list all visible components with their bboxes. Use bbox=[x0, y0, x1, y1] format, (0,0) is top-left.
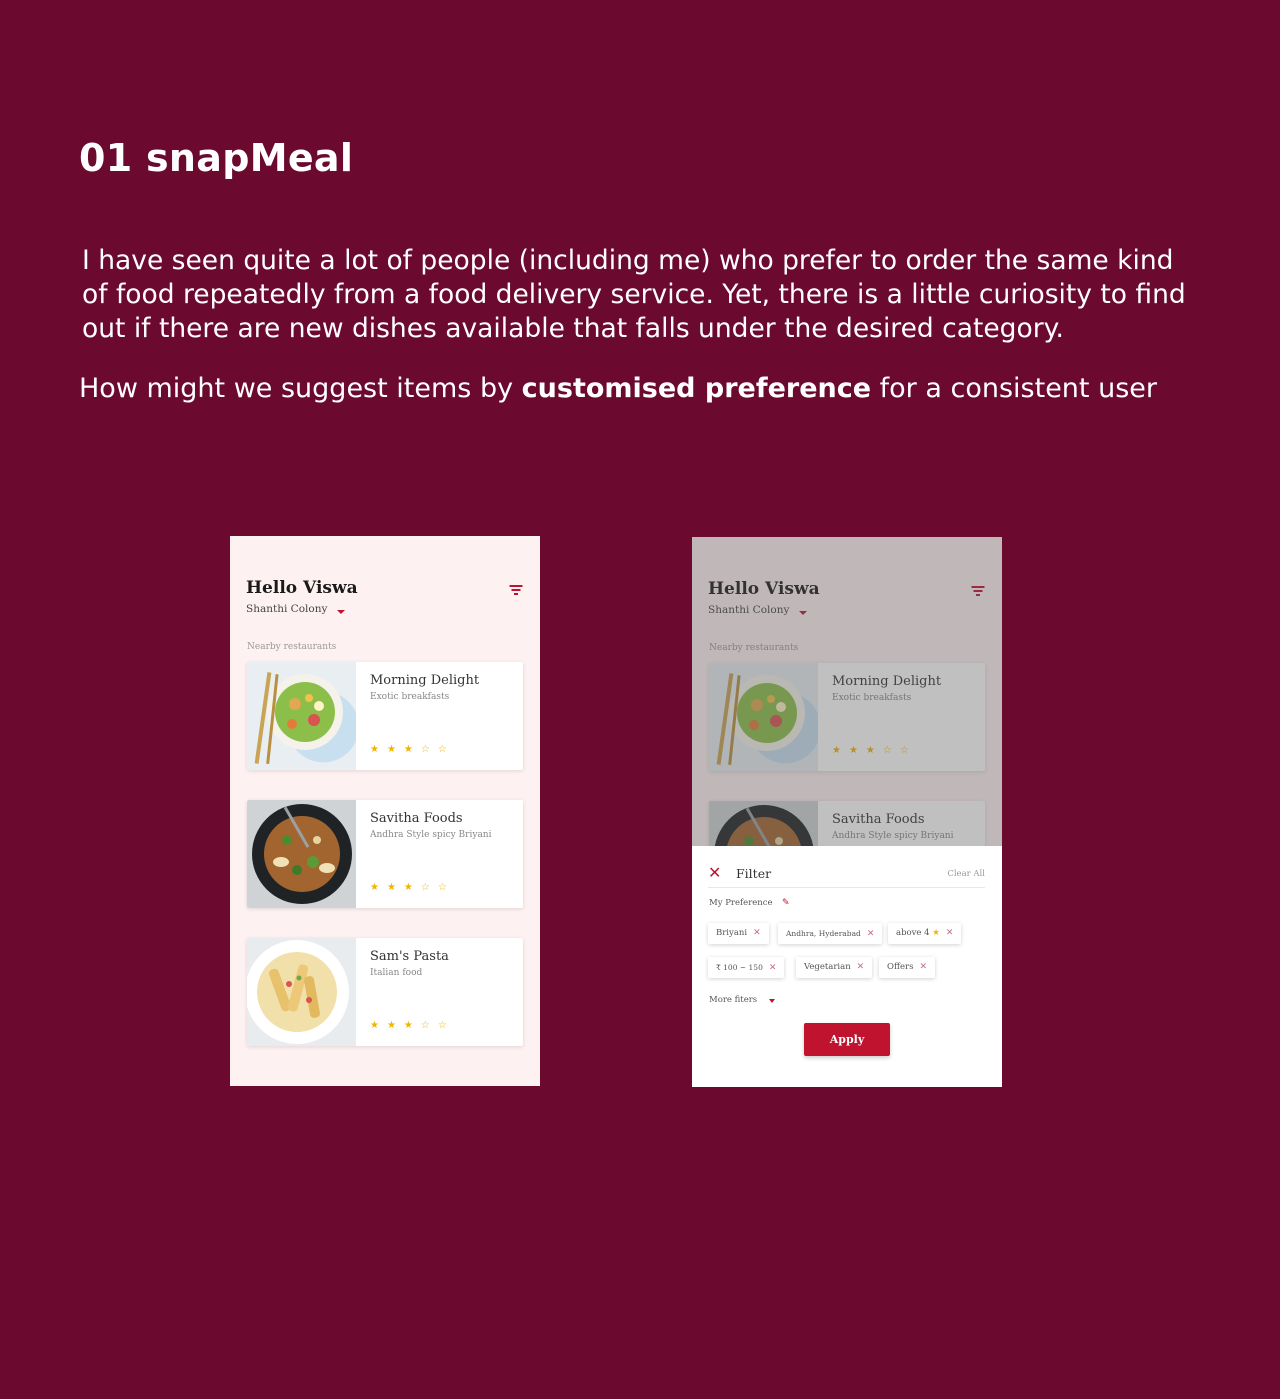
home-screen-mockup: Hello Viswa Shanthi Colony Nearby restau… bbox=[230, 536, 540, 1086]
close-icon[interactable]: ✕ bbox=[867, 929, 875, 939]
filter-chip[interactable]: Briyani ✕ bbox=[708, 923, 769, 944]
divider bbox=[708, 887, 985, 888]
close-icon[interactable]: ✕ bbox=[708, 865, 721, 881]
rating-stars: ★★★☆☆ bbox=[370, 882, 455, 893]
question-prefix: How might we suggest items by bbox=[79, 373, 522, 404]
salad-photo bbox=[247, 662, 356, 770]
close-icon[interactable]: ✕ bbox=[769, 963, 777, 973]
chip-label: Briyani bbox=[716, 928, 748, 938]
restaurant-name: Sam's Pasta bbox=[370, 949, 449, 964]
filter-chip[interactable]: Andhra, Hyderabad ✕ bbox=[778, 923, 883, 944]
intro-paragraph: I have seen quite a lot of people (inclu… bbox=[82, 245, 1186, 344]
filter-screen-mockup: Hello Viswa Shanthi Colony Nearby restau… bbox=[692, 537, 1002, 1087]
filter-chip[interactable]: above 4 ★ ✕ bbox=[888, 923, 962, 944]
clear-all-button[interactable]: Clear All bbox=[947, 869, 985, 879]
question-emphasis: customised preference bbox=[521, 373, 872, 404]
restaurant-card-morning-delight[interactable]: Morning Delight Exotic breakfasts ★★★☆☆ bbox=[247, 662, 523, 770]
close-icon[interactable]: ✕ bbox=[753, 928, 761, 938]
biryani-photo bbox=[247, 800, 356, 908]
filter-sheet: ✕ Filter Clear All My Preference ✎ Briya… bbox=[692, 846, 1002, 1087]
pencil-icon[interactable]: ✎ bbox=[782, 898, 790, 908]
restaurant-subtitle: Exotic breakfasts bbox=[370, 692, 450, 702]
filter-chip[interactable]: Vegetarian ✕ bbox=[796, 957, 873, 978]
filter-chip[interactable]: ₹ 100 ~ 150 ✕ bbox=[708, 957, 785, 978]
location-selector[interactable]: Shanthi Colony bbox=[246, 603, 327, 615]
rating-stars: ★★★☆☆ bbox=[370, 1020, 455, 1031]
chip-label: ₹ 100 ~ 150 bbox=[716, 963, 763, 972]
caret-down-icon[interactable] bbox=[337, 610, 345, 614]
how-might-we-question: How might we suggest items by customised… bbox=[79, 372, 1229, 406]
caret-down-icon[interactable] bbox=[769, 999, 775, 1003]
pasta-photo bbox=[247, 938, 356, 1046]
close-icon[interactable]: ✕ bbox=[857, 962, 865, 972]
greeting: Hello Viswa bbox=[246, 578, 358, 598]
question-suffix: for a consistent user bbox=[871, 373, 1157, 404]
close-icon[interactable]: ✕ bbox=[919, 962, 927, 972]
rating-stars: ★★★☆☆ bbox=[370, 744, 455, 755]
chip-label: Andhra, Hyderabad bbox=[786, 929, 861, 938]
chip-label: Offers bbox=[887, 962, 914, 972]
more-filters-toggle[interactable]: More fiters bbox=[709, 995, 757, 1005]
restaurant-card-savitha-foods[interactable]: Savitha Foods Andhra Style spicy Briyani… bbox=[247, 800, 523, 908]
chip-label: above 4 bbox=[896, 928, 930, 938]
preference-label: My Preference bbox=[709, 898, 773, 908]
restaurant-name: Savitha Foods bbox=[370, 811, 463, 826]
page-title: 01 snapMeal bbox=[79, 136, 354, 180]
section-label: Nearby restaurants bbox=[247, 642, 337, 652]
restaurant-subtitle: Andhra Style spicy Briyani bbox=[370, 830, 492, 840]
restaurant-name: Morning Delight bbox=[370, 673, 480, 688]
filter-chip[interactable]: Offers ✕ bbox=[879, 957, 936, 978]
restaurant-card-sams-pasta[interactable]: Sam's Pasta Italian food ★★★☆☆ bbox=[247, 938, 523, 1046]
apply-button[interactable]: Apply bbox=[804, 1023, 890, 1056]
star-icon: ★ bbox=[932, 928, 940, 938]
restaurant-subtitle: Italian food bbox=[370, 968, 423, 978]
close-icon[interactable]: ✕ bbox=[946, 928, 954, 938]
filter-title: Filter bbox=[736, 866, 772, 881]
chip-label: Vegetarian bbox=[804, 962, 851, 972]
filter-icon[interactable] bbox=[509, 585, 523, 595]
